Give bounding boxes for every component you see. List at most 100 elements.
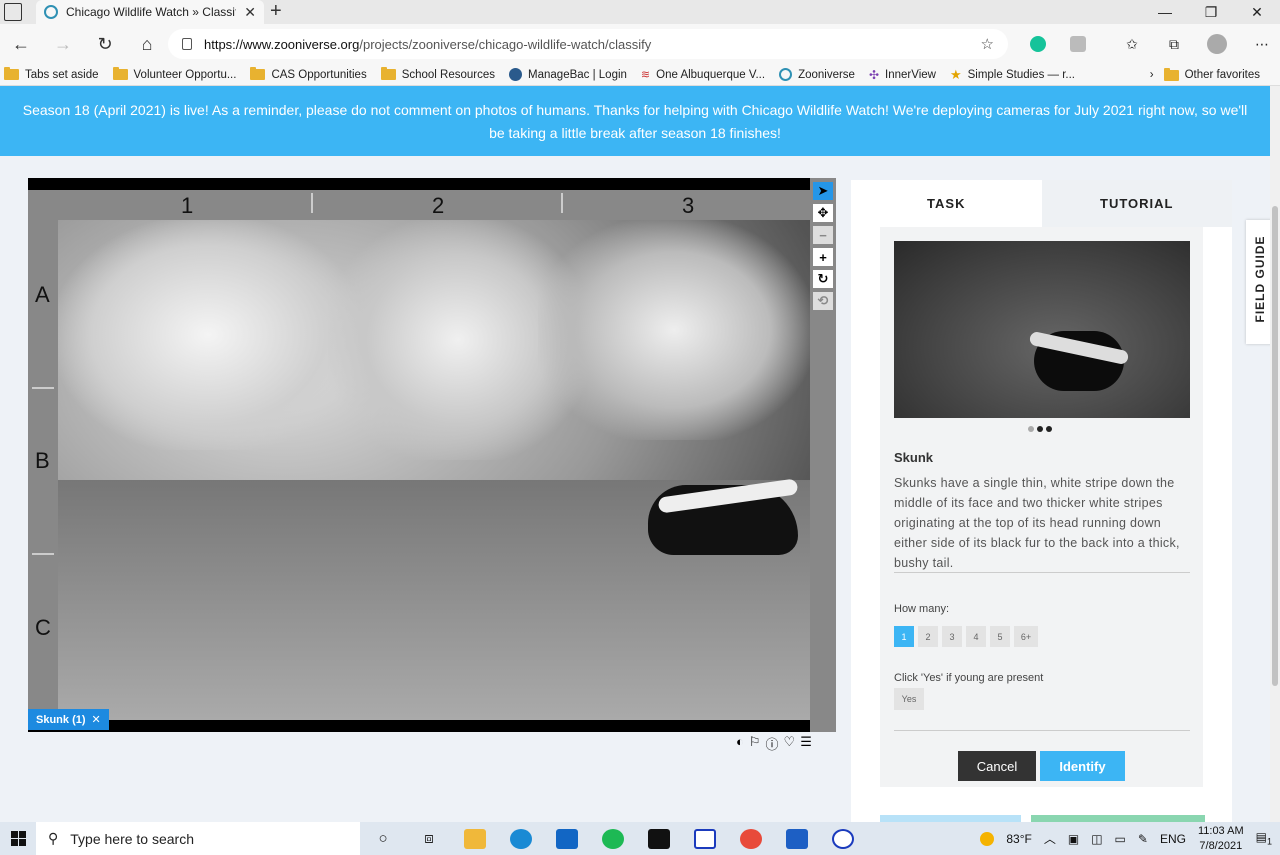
grid-divider [561, 193, 563, 213]
whiteboard-icon[interactable] [774, 828, 820, 849]
browser-tab[interactable]: Chicago Wildlife Watch » Classify ✕ [36, 0, 264, 24]
cortana-icon[interactable]: ○ [360, 830, 406, 847]
taskbar-search[interactable]: ⚲ Type here to search [36, 822, 360, 855]
close-window-icon[interactable]: ✕ [1234, 0, 1280, 24]
task-view-icon[interactable]: ⧈ [406, 830, 452, 847]
rotate-icon[interactable]: ↻ [813, 270, 833, 288]
mail-icon[interactable] [544, 828, 590, 849]
zoom-out-icon[interactable]: − [813, 226, 833, 244]
reset-icon[interactable]: ⟲ [813, 292, 833, 310]
zoom-in-icon[interactable]: + [813, 248, 833, 266]
task-panel: TASK TUTORIAL Skunk Skunks have a single… [851, 180, 1232, 822]
favorite-heart-icon[interactable]: ♡ [784, 734, 796, 753]
favorite-item[interactable]: Tabs set aside [4, 67, 99, 81]
lock-icon[interactable] [182, 38, 192, 50]
pan-icon[interactable]: ✥ [813, 204, 833, 222]
selection-tag[interactable]: Skunk (1) ✕ [28, 709, 109, 730]
flag-icon: ≋ [640, 69, 651, 81]
species-example-image [894, 241, 1190, 418]
young-yes-button[interactable]: Yes [894, 688, 924, 710]
more-menu-icon[interactable]: ⋯ [1250, 32, 1274, 56]
tab-tutorial[interactable]: TUTORIAL [1041, 180, 1232, 227]
edge-icon[interactable] [498, 828, 544, 849]
info-icon[interactable]: ⓘ [766, 734, 779, 753]
collections-icon[interactable]: ⧉ [1162, 32, 1186, 56]
other-favorites[interactable]: Other favorites [1163, 67, 1260, 81]
favorite-item[interactable]: ★ Simple Studies — r... [950, 67, 1075, 83]
camera-trap-photo[interactable] [58, 220, 810, 720]
spotify-icon[interactable] [590, 828, 636, 849]
panel-bottom-buttons [880, 815, 1205, 822]
grid-row-label: A [35, 282, 50, 307]
count-option[interactable]: 4 [966, 626, 986, 647]
url-text[interactable]: https://www.zooniverse.org/projects/zoon… [204, 37, 969, 52]
cancel-button[interactable]: Cancel [958, 751, 1036, 781]
maximize-icon[interactable]: ❐ [1188, 0, 1234, 24]
collections-list-icon[interactable]: ☰ [800, 734, 812, 753]
weather-temp[interactable]: 83°F [1006, 832, 1031, 846]
bottom-button[interactable] [880, 815, 1021, 822]
start-icon[interactable] [0, 831, 36, 846]
refresh-icon[interactable]: ↻ [84, 34, 126, 55]
meet-icon[interactable]: ◫ [1091, 832, 1102, 846]
favorite-item[interactable]: ✣ InnerView [869, 68, 936, 82]
add-favorite-icon[interactable]: ☆ [981, 35, 994, 53]
grid-column-labels: 1 2 3 [28, 190, 810, 220]
back-icon[interactable]: ← [0, 34, 42, 55]
favorite-item[interactable]: ManageBac | Login [509, 68, 627, 81]
favorite-item[interactable]: CAS Opportunities [250, 67, 367, 81]
count-option[interactable]: 6+ [1014, 626, 1038, 647]
close-tab-icon[interactable]: ✕ [244, 4, 256, 21]
disney-icon[interactable] [682, 828, 728, 849]
image-carousel-dots[interactable] [1028, 426, 1052, 432]
home-icon[interactable]: ⌂ [126, 34, 168, 55]
count-option[interactable]: 3 [942, 626, 962, 647]
netflix-icon[interactable] [636, 828, 682, 849]
disney-plus-icon[interactable] [820, 828, 866, 849]
carousel-dot[interactable] [1037, 426, 1043, 432]
favorite-item[interactable]: Volunteer Opportu... [112, 67, 236, 81]
count-option[interactable]: 5 [990, 626, 1010, 647]
chevron-up-icon[interactable]: ︿ [1044, 830, 1056, 847]
address-bar: ← → ↻ ⌂ https://www.zooniverse.org/proje… [0, 24, 1280, 64]
url-field[interactable]: https://www.zooniverse.org/projects/zoon… [168, 29, 1008, 59]
language-indicator[interactable]: ENG [1160, 832, 1186, 846]
clock[interactable]: 11:03 AM 7/8/2021 [1198, 824, 1244, 854]
grammarly-icon[interactable] [1026, 32, 1050, 56]
tab-task[interactable]: TASK [851, 180, 1042, 227]
page-content: Season 18 (April 2021) is live! As a rem… [0, 86, 1270, 822]
tab-actions-icon[interactable] [4, 3, 22, 21]
paint-icon[interactable] [728, 828, 774, 849]
carousel-dot[interactable] [1028, 426, 1034, 432]
grid-divider [32, 553, 54, 555]
favorites-icon[interactable]: ✩ [1120, 32, 1144, 56]
carousel-dot[interactable] [1046, 426, 1052, 432]
extension-icon[interactable] [1066, 32, 1090, 56]
favorite-item[interactable]: Zooniverse [779, 68, 855, 81]
minimize-icon[interactable]: — [1142, 0, 1188, 24]
annotate-pointer-icon[interactable]: ➤ [813, 182, 833, 200]
chevron-right-icon[interactable]: › [1150, 69, 1154, 81]
flag-icon[interactable]: ⚐ [749, 734, 761, 753]
count-option[interactable]: 2 [918, 626, 938, 647]
page-scrollbar[interactable] [1270, 86, 1280, 822]
file-explorer-icon[interactable] [452, 828, 498, 849]
species-detail-card: Skunk Skunks have a single thin, white s… [880, 227, 1203, 787]
remove-tag-icon[interactable]: ✕ [92, 713, 101, 726]
battery-icon[interactable]: ▭ [1115, 832, 1126, 846]
favorite-item[interactable]: School Resources [380, 67, 495, 81]
profile-avatar[interactable] [1205, 32, 1229, 56]
new-tab-icon[interactable]: + [270, 0, 282, 22]
device-icon[interactable]: ▣ [1068, 832, 1079, 846]
favorite-item[interactable]: ≋ One Albuquerque V... [640, 68, 765, 82]
forward-icon[interactable]: → [42, 34, 84, 55]
identify-button[interactable]: Identify [1040, 751, 1125, 781]
notifications-icon[interactable]: ▤1 [1256, 830, 1272, 846]
weather-icon[interactable] [980, 831, 995, 846]
invert-icon[interactable]: ◐ [736, 734, 744, 753]
count-option[interactable]: 1 [894, 626, 914, 647]
subject-viewer[interactable]: 1 2 3 A B C [28, 178, 810, 732]
innerview-icon: ✣ [868, 67, 880, 82]
pen-icon[interactable]: ✎ [1138, 832, 1148, 846]
bottom-button[interactable] [1031, 815, 1205, 822]
